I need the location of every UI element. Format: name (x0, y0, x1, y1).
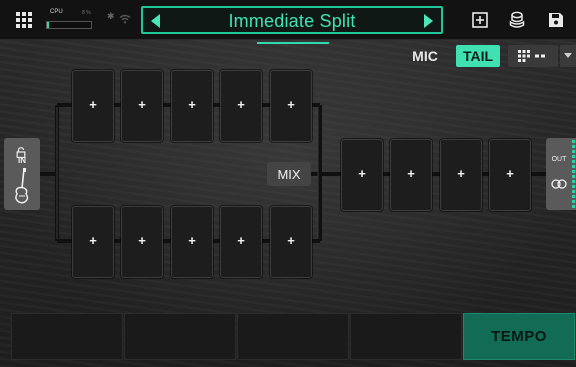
block-slot-post-2[interactable]: + (390, 139, 432, 211)
footswitch-3[interactable] (237, 313, 349, 360)
input-block[interactable]: IN (4, 138, 40, 210)
block-slot-top-4[interactable]: + (220, 70, 262, 142)
add-block-plus: + (89, 97, 97, 112)
add-block-plus: + (407, 166, 415, 181)
add-block-plus: + (358, 166, 366, 181)
tempo-button[interactable]: TEMPO (463, 313, 575, 360)
block-slot-post-4[interactable]: + (489, 139, 531, 211)
add-block-plus: + (237, 97, 245, 112)
block-slot-bottom-1[interactable]: + (72, 206, 114, 278)
add-block-plus: + (287, 97, 295, 112)
block-slot-top-3[interactable]: + (171, 70, 213, 142)
footswitch-2[interactable] (124, 313, 236, 360)
block-slot-post-3[interactable]: + (440, 139, 482, 211)
add-block-plus: + (89, 233, 97, 248)
add-block-plus: + (506, 166, 514, 181)
output-level-meter (572, 140, 575, 208)
add-block-plus: + (138, 97, 146, 112)
add-block-plus: + (138, 233, 146, 248)
add-block-plus: + (287, 233, 295, 248)
block-slot-bottom-2[interactable]: + (121, 206, 163, 278)
add-block-plus: + (188, 97, 196, 112)
block-slot-top-2[interactable]: + (121, 70, 163, 142)
footswitch-1[interactable] (11, 313, 123, 360)
footswitch-4[interactable] (350, 313, 462, 360)
block-slot-top-1[interactable]: + (72, 70, 114, 142)
block-slot-bottom-4[interactable]: + (220, 206, 262, 278)
add-block-plus: + (457, 166, 465, 181)
output-label: OUT (551, 156, 567, 163)
block-slot-post-1[interactable]: + (341, 139, 383, 211)
stereo-link-icon (551, 176, 567, 194)
add-block-plus: + (188, 233, 196, 248)
block-slot-top-5[interactable]: + (270, 70, 312, 142)
add-block-plus: + (237, 233, 245, 248)
input-label: IN (18, 156, 26, 165)
mix-block[interactable]: MIX (267, 162, 311, 186)
block-slot-bottom-3[interactable]: + (171, 206, 213, 278)
guitar-icon (13, 168, 31, 209)
block-slot-bottom-5[interactable]: + (270, 206, 312, 278)
